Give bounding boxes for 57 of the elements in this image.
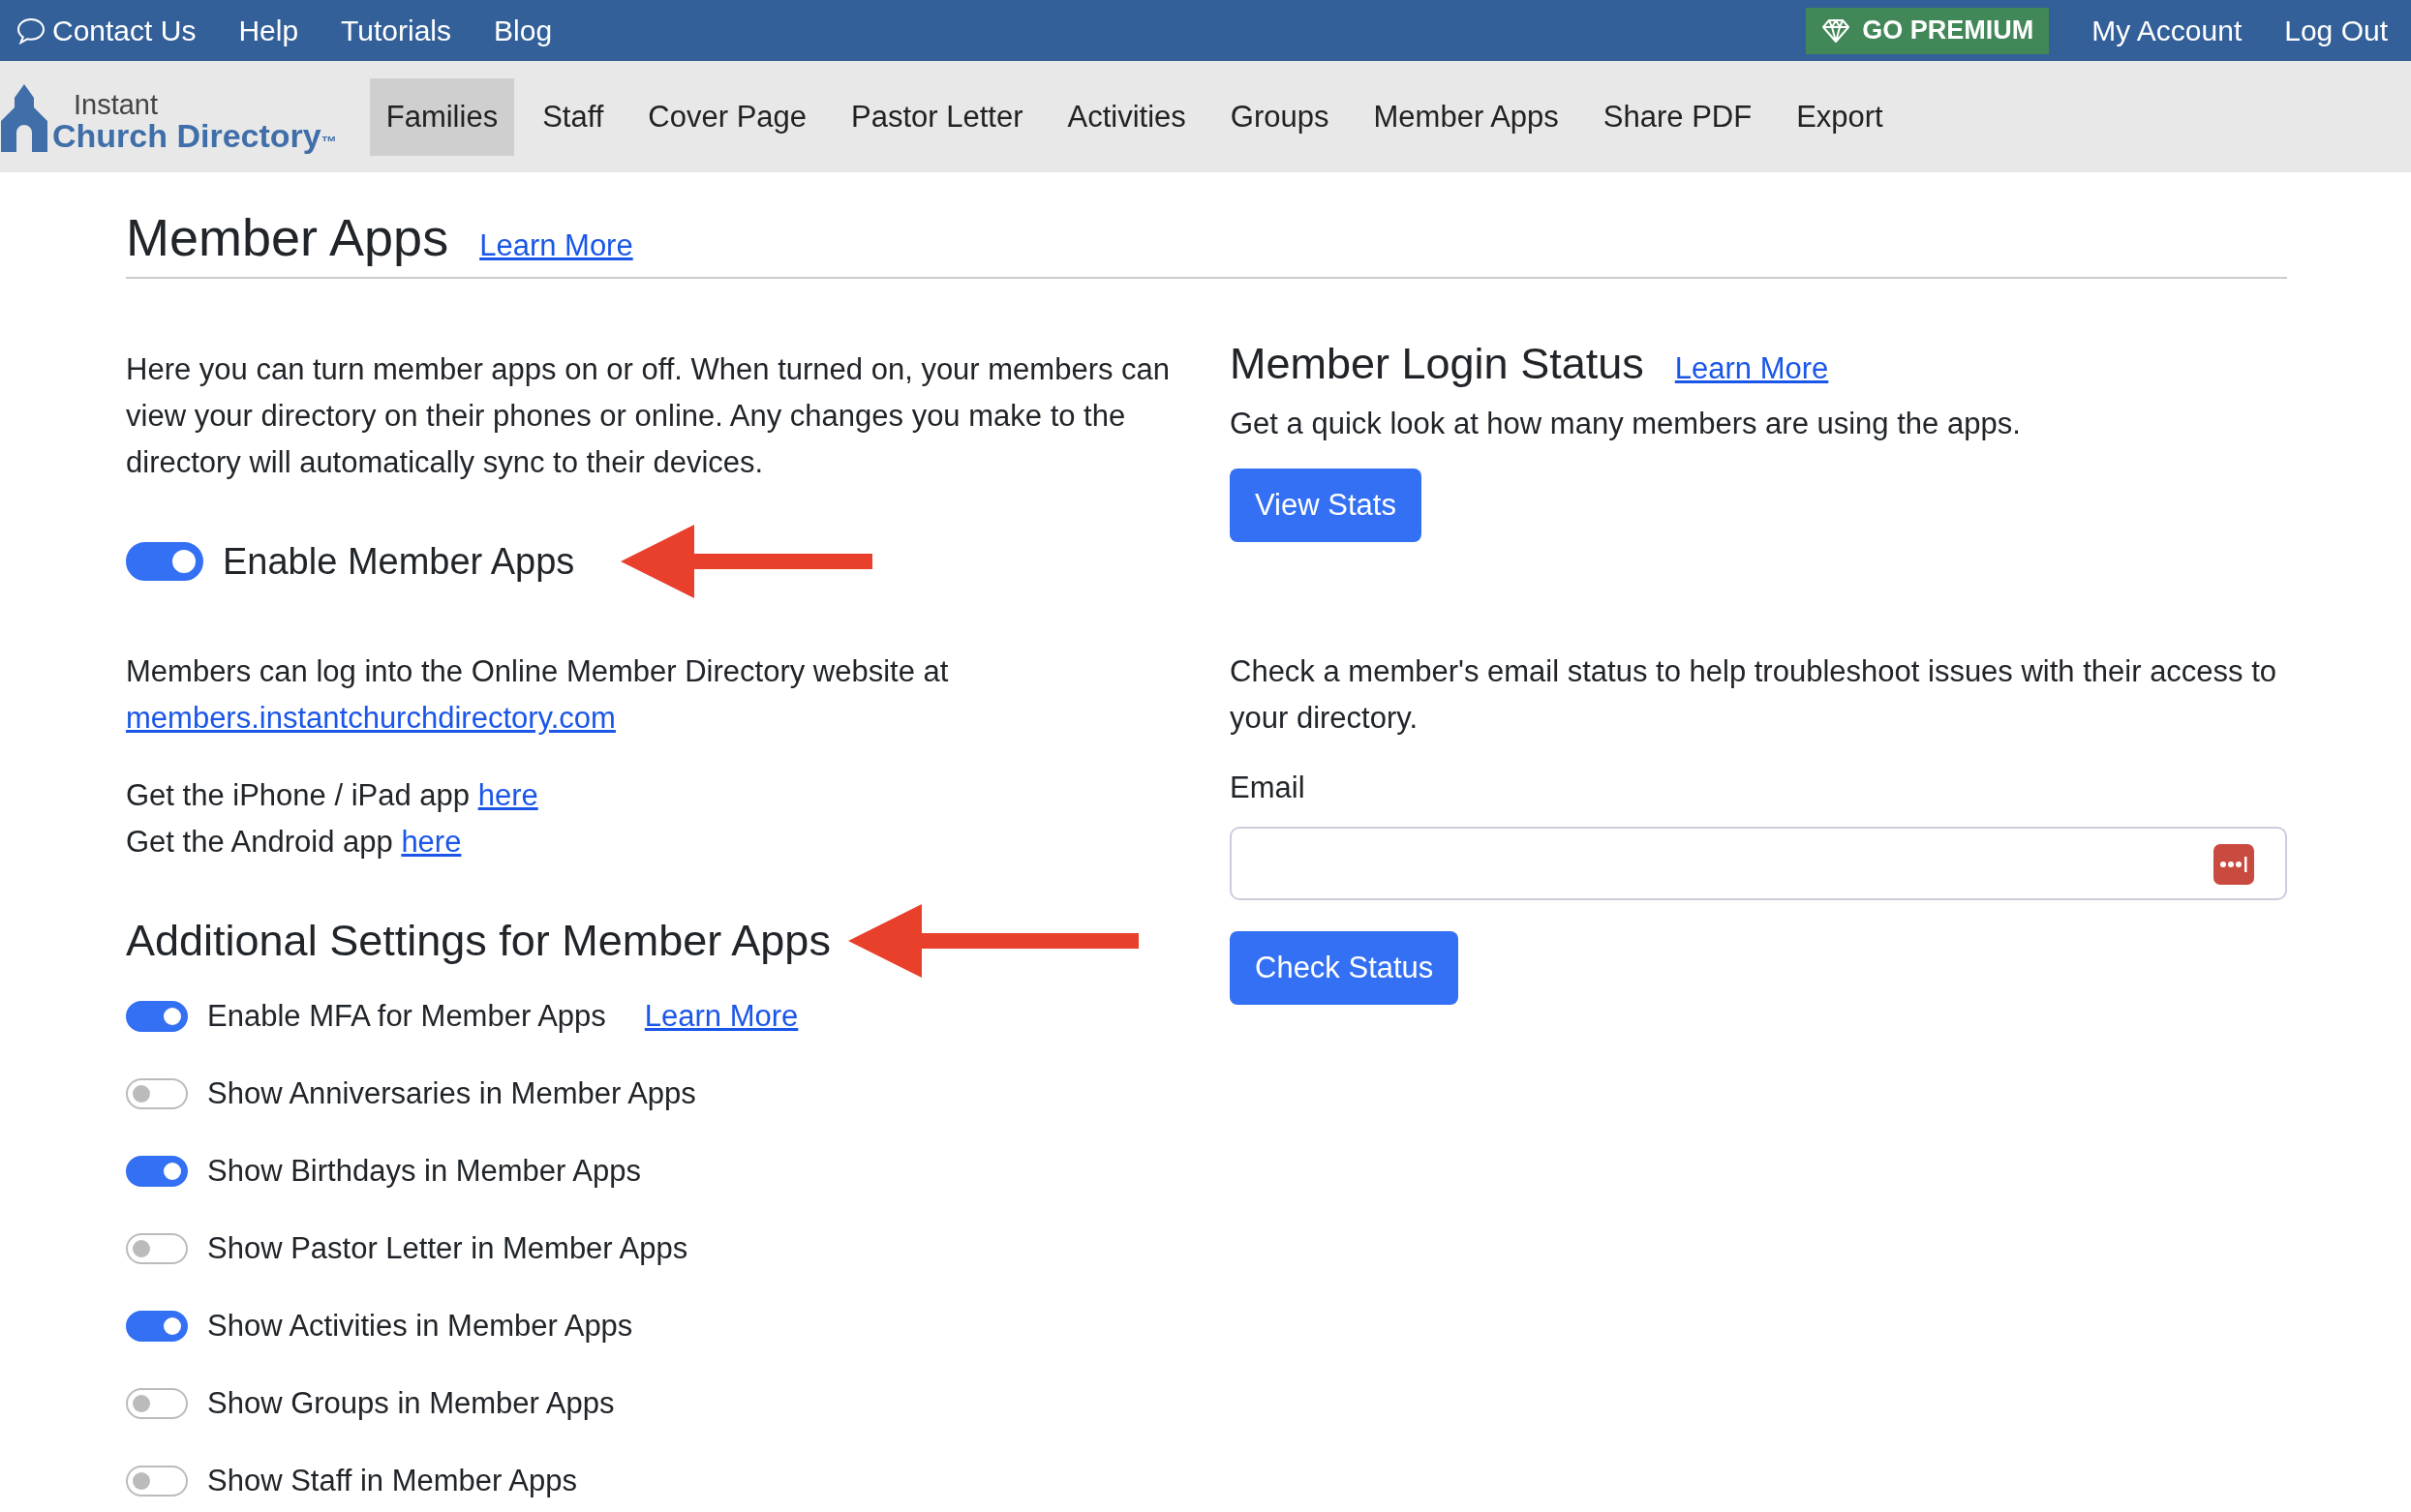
- chat-bubble-icon: [15, 15, 46, 45]
- trademark-mark: ™: [320, 133, 337, 150]
- toggle-switch[interactable]: [126, 1388, 188, 1419]
- password-manager-icon[interactable]: [2213, 844, 2254, 885]
- website-text: Members can log into the Online Member Directory website at members.instantchurchdirectory.com: [126, 653, 950, 737]
- toggle-label: Show Birthdays in Member Apps: [207, 1154, 641, 1189]
- toggle-label: Enable MFA for Member Apps: [207, 999, 606, 1034]
- learn-more-link[interactable]: Learn More: [1674, 351, 1829, 386]
- logo-text: Instant: [74, 90, 160, 119]
- page-title: Member Apps: [126, 207, 449, 267]
- description-text: Get a quick look at how many members are using the apps.: [1230, 406, 2022, 442]
- contact-us-link[interactable]: Contact Us: [15, 14, 197, 47]
- toggle-switch[interactable]: [126, 1156, 188, 1187]
- nav-tab[interactable]: Member Apps: [1357, 77, 1575, 156]
- section-title: Additional Settings for Member Apps: [126, 916, 831, 966]
- view-stats-button[interactable]: View Stats: [1230, 469, 1421, 542]
- account-link[interactable]: Log Out: [2284, 14, 2388, 47]
- nav-link[interactable]: Help: [238, 14, 299, 47]
- toggle-label: Show Groups in Member Apps: [207, 1386, 615, 1421]
- toggle-switch[interactable]: [126, 1311, 188, 1342]
- intro-text: Here you can turn member apps on or off. When turned on, your members can view your directory on their phones or online. Any changes you make to the directory will automatically sync to their devices.: [126, 351, 1172, 481]
- logo-text: Church Directory: [52, 116, 321, 154]
- nav-tab[interactable]: Staff: [526, 77, 621, 156]
- toggle-label: Show Pastor Letter in Member Apps: [207, 1231, 688, 1266]
- nav-link[interactable]: Tutorials: [341, 14, 451, 47]
- account-link[interactable]: My Account: [2091, 14, 2243, 47]
- nav-tab[interactable]: Families: [369, 77, 515, 156]
- toggle-label: Show Staff in Member Apps: [207, 1464, 577, 1498]
- nav-tab[interactable]: Activities: [1051, 77, 1203, 156]
- toggle-switch[interactable]: [126, 1466, 188, 1497]
- section-title: Member Login Status: [1230, 339, 1644, 389]
- email-field[interactable]: [1230, 827, 2287, 900]
- toggle-switch[interactable]: [126, 1001, 188, 1032]
- toggle-label: Enable Member Apps: [223, 540, 575, 583]
- nav-tab[interactable]: Export: [1780, 77, 1900, 156]
- nav-tab[interactable]: Groups: [1213, 77, 1346, 156]
- toggle-switch[interactable]: [126, 1078, 188, 1109]
- here-link[interactable]: here: [477, 778, 538, 812]
- learn-more-link[interactable]: Learn More: [644, 999, 799, 1034]
- app-download-text: Get the Android app here: [126, 824, 463, 861]
- toggle-switch[interactable]: [126, 1233, 188, 1264]
- learn-more-link[interactable]: Learn More: [479, 228, 633, 263]
- nav-tab[interactable]: Pastor Letter: [835, 77, 1040, 156]
- check-status-button[interactable]: Check Status: [1230, 931, 1459, 1005]
- here-link[interactable]: here: [401, 825, 462, 859]
- app-download-text: Get the iPhone / iPad app here: [126, 777, 539, 814]
- nav-tab[interactable]: Share PDF: [1586, 77, 1769, 156]
- toggle-label: Show Anniversaries in Member Apps: [207, 1076, 696, 1111]
- website-link[interactable]: members.instantchurchdirectory.com: [126, 701, 616, 735]
- nav-link[interactable]: Blog: [494, 14, 553, 47]
- toggle-switch[interactable]: [126, 542, 203, 581]
- field-label: Email: [1230, 770, 1306, 806]
- diamond-icon: [1821, 17, 1851, 44]
- go-premium-button[interactable]: GO PREMIUM: [1806, 7, 2050, 54]
- nav-tab[interactable]: Cover Page: [631, 77, 824, 156]
- description-text: Check a member's email status to help troubleshoot issues with their access to your directory.: [1230, 653, 2278, 737]
- toggle-label: Show Activities in Member Apps: [207, 1309, 633, 1344]
